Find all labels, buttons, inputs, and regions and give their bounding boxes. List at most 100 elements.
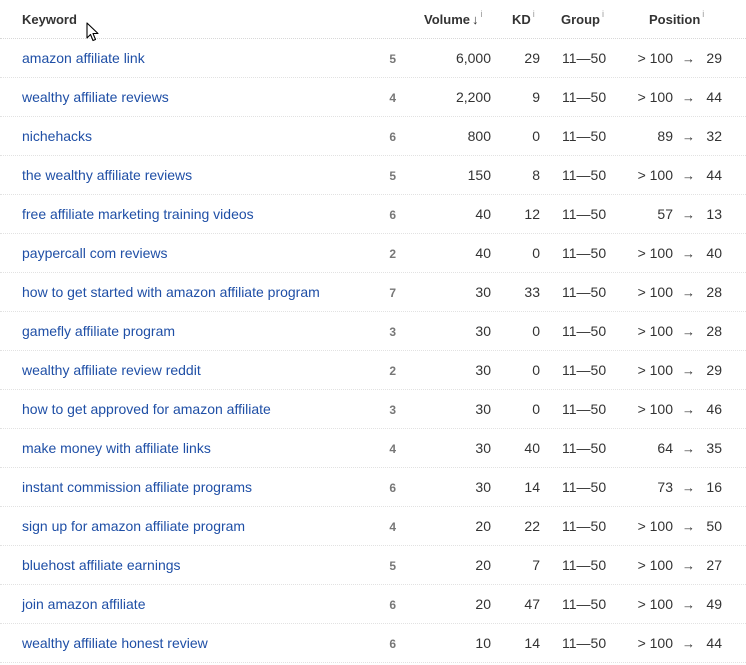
table-row: make money with affiliate links 4 30 40 11—5… xyxy=(0,429,746,468)
column-header-keyword-label: Keyword xyxy=(22,12,77,27)
position-arrow-icon: → xyxy=(682,90,695,105)
keywords-table: Keyword Volume ↓ i KD i Group i Position i am… xyxy=(0,0,746,663)
table-row: the wealthy affiliate reviews 5 150 8 11—50 >… xyxy=(0,156,746,195)
position-from: > 100 xyxy=(637,245,673,261)
word-count: 4 xyxy=(389,442,396,456)
position-arrow-icon: → xyxy=(682,207,695,222)
table-row: nichehacks 6 800 0 11—50 89 → 32 xyxy=(0,117,746,156)
table-row: how to get started with amazon affiliate… xyxy=(0,273,746,312)
position-to: 32 xyxy=(706,128,722,144)
position-from: 57 xyxy=(657,206,673,222)
kd-value: 29 xyxy=(524,50,540,66)
position-to: 13 xyxy=(706,206,722,222)
volume-value: 30 xyxy=(475,479,491,495)
volume-value: 30 xyxy=(475,323,491,339)
column-header-keyword[interactable]: Keyword xyxy=(22,12,77,27)
kd-value: 0 xyxy=(532,245,540,261)
kd-value: 14 xyxy=(524,635,540,651)
word-count: 4 xyxy=(389,520,396,534)
position-to: 46 xyxy=(706,401,722,417)
volume-value: 10 xyxy=(475,635,491,651)
info-icon[interactable]: i xyxy=(481,9,483,19)
table-row: how to get approved for amazon affiliate… xyxy=(0,390,746,429)
table-row: amazon affiliate link 5 6,000 29 11—50 > 100 →… xyxy=(0,39,746,78)
volume-value: 800 xyxy=(467,128,491,144)
group-value: 11—50 xyxy=(562,362,607,378)
position-arrow-icon: → xyxy=(682,324,695,339)
position-from: > 100 xyxy=(637,557,673,573)
volume-value: 2,200 xyxy=(455,89,491,105)
keyword-link[interactable]: make money with affiliate links xyxy=(22,440,211,456)
kd-value: 22 xyxy=(524,518,540,534)
group-value: 11—50 xyxy=(562,323,607,339)
group-value: 11—50 xyxy=(562,596,607,612)
position-from: 73 xyxy=(657,479,673,495)
word-count: 6 xyxy=(389,481,396,495)
keyword-link[interactable]: wealthy affiliate honest review xyxy=(22,635,208,651)
keyword-link[interactable]: wealthy affiliate reviews xyxy=(22,89,169,105)
column-header-group[interactable]: Group i xyxy=(561,9,604,27)
position-to: 27 xyxy=(706,557,722,573)
position-to: 44 xyxy=(706,635,722,651)
volume-value: 20 xyxy=(475,518,491,534)
keyword-link[interactable]: how to get approved for amazon affiliate xyxy=(22,401,271,417)
position-to: 44 xyxy=(706,167,722,183)
keyword-link[interactable]: nichehacks xyxy=(22,128,92,144)
kd-value: 7 xyxy=(532,557,540,573)
table-row: wealthy affiliate reviews 4 2,200 9 11—50 > 1… xyxy=(0,78,746,117)
volume-value: 30 xyxy=(475,440,491,456)
keyword-link[interactable]: how to get started with amazon affiliate… xyxy=(22,284,320,300)
group-value: 11—50 xyxy=(562,440,607,456)
word-count: 6 xyxy=(389,637,396,651)
keyword-link[interactable]: paypercall com reviews xyxy=(22,245,168,261)
position-arrow-icon: → xyxy=(682,480,695,495)
keyword-link[interactable]: join amazon affiliate xyxy=(22,596,145,612)
sort-descending-icon: ↓ xyxy=(472,12,479,27)
column-header-group-label: Group xyxy=(561,12,600,27)
table-row: wealthy affiliate review reddit 2 30 0 11—50… xyxy=(0,351,746,390)
volume-value: 20 xyxy=(475,596,491,612)
word-count: 6 xyxy=(389,130,396,144)
table-row: gamefly affiliate program 3 30 0 11—50 > 100 →… xyxy=(0,312,746,351)
table-row: instant commission affiliate programs 6 30… xyxy=(0,468,746,507)
group-value: 11—50 xyxy=(562,518,607,534)
column-header-volume[interactable]: Volume ↓ i xyxy=(424,9,483,27)
keyword-link[interactable]: wealthy affiliate review reddit xyxy=(22,362,201,378)
table-row: wealthy affiliate honest review 6 10 14 11—5… xyxy=(0,624,746,663)
word-count: 4 xyxy=(389,91,396,105)
position-to: 44 xyxy=(706,89,722,105)
word-count: 2 xyxy=(389,247,396,261)
keyword-link[interactable]: amazon affiliate link xyxy=(22,50,145,66)
keyword-link[interactable]: free affiliate marketing training videos xyxy=(22,206,254,222)
keyword-link[interactable]: gamefly affiliate program xyxy=(22,323,175,339)
column-header-kd[interactable]: KD i xyxy=(512,9,535,27)
position-from: > 100 xyxy=(637,323,673,339)
info-icon[interactable]: i xyxy=(533,9,535,19)
volume-value: 6,000 xyxy=(455,50,491,66)
position-from: > 100 xyxy=(637,167,673,183)
group-value: 11—50 xyxy=(562,284,607,300)
kd-value: 40 xyxy=(524,440,540,456)
kd-value: 9 xyxy=(532,89,540,105)
volume-value: 30 xyxy=(475,401,491,417)
info-icon[interactable]: i xyxy=(602,9,604,19)
info-icon[interactable]: i xyxy=(702,9,704,19)
position-from: 89 xyxy=(657,128,673,144)
word-count: 7 xyxy=(389,286,396,300)
position-arrow-icon: → xyxy=(682,168,695,183)
column-header-position[interactable]: Position i xyxy=(649,9,704,27)
table-row: sign up for amazon affiliate program 4 20 2… xyxy=(0,507,746,546)
kd-value: 47 xyxy=(524,596,540,612)
keyword-link[interactable]: bluehost affiliate earnings xyxy=(22,557,181,573)
position-from: > 100 xyxy=(637,362,673,378)
position-arrow-icon: → xyxy=(682,363,695,378)
keyword-link[interactable]: the wealthy affiliate reviews xyxy=(22,167,192,183)
keyword-link[interactable]: instant commission affiliate programs xyxy=(22,479,252,495)
keyword-link[interactable]: sign up for amazon affiliate program xyxy=(22,518,245,534)
position-arrow-icon: → xyxy=(682,402,695,417)
group-value: 11—50 xyxy=(562,89,607,105)
word-count: 3 xyxy=(389,325,396,339)
position-to: 40 xyxy=(706,245,722,261)
position-arrow-icon: → xyxy=(682,129,695,144)
word-count: 6 xyxy=(389,598,396,612)
